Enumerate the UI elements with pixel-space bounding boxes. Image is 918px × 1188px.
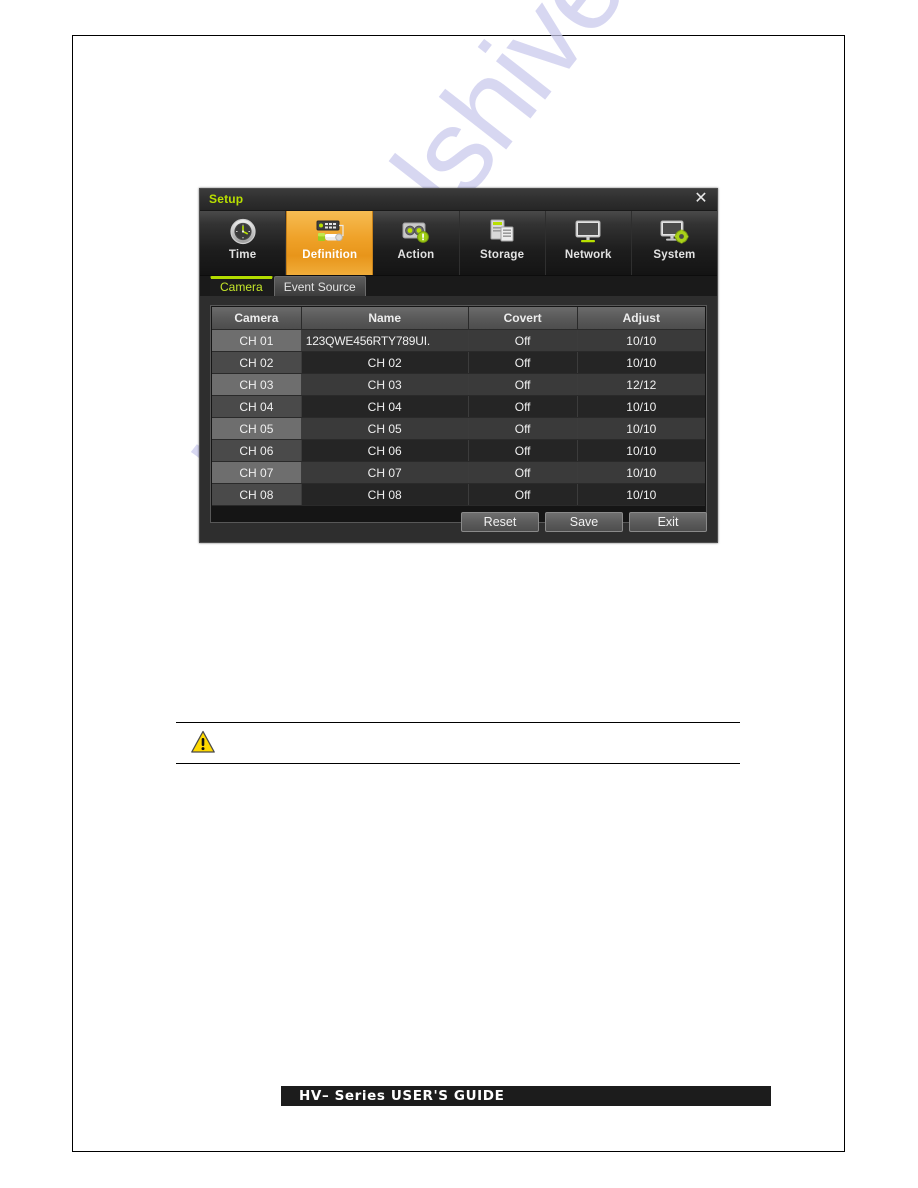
cell-camera: CH 03 xyxy=(212,373,302,396)
tab-label: Camera xyxy=(220,280,263,294)
toolbar-item-label: Network xyxy=(564,249,612,261)
reset-button[interactable]: Reset xyxy=(461,512,539,532)
cell-covert[interactable]: Off xyxy=(468,483,578,506)
monitor-network-icon xyxy=(571,216,605,247)
close-icon[interactable]: ✕ xyxy=(692,190,710,208)
dialog-body: Camera Name Covert Adjust CH 01 123QWE456… xyxy=(200,296,717,542)
dialog-button-bar: Reset Save Exit xyxy=(461,512,707,532)
toolbar-item-time[interactable]: Time xyxy=(200,211,287,275)
table-row[interactable]: CH 08 CH 08 Off 10/10 xyxy=(212,483,705,506)
cell-name[interactable]: CH 05 xyxy=(301,417,469,440)
button-label: Save xyxy=(569,515,599,529)
table-row[interactable]: CH 04 CH 04 Off 10/10 xyxy=(212,395,705,418)
camera-definition-icon xyxy=(313,216,347,247)
cell-camera: CH 02 xyxy=(212,351,302,374)
cell-covert[interactable]: Off xyxy=(468,439,578,462)
camera-table-container: Camera Name Covert Adjust CH 01 123QWE456… xyxy=(210,305,707,523)
footer-banner-text: HV– Series USER'S GUIDE xyxy=(299,1088,505,1104)
table-row[interactable]: CH 06 CH 06 Off 10/10 xyxy=(212,439,705,462)
cell-adjust[interactable]: 10/10 xyxy=(577,395,705,418)
setup-dialog: Setup ✕ Time Definition Action Storage N… xyxy=(199,188,718,543)
cell-name[interactable]: CH 08 xyxy=(301,483,469,506)
note-callout-box xyxy=(176,722,740,764)
cell-adjust[interactable]: 10/10 xyxy=(577,351,705,374)
table-header-row: Camera Name Covert Adjust xyxy=(212,307,705,330)
cell-covert[interactable]: Off xyxy=(468,417,578,440)
cell-adjust[interactable]: 10/10 xyxy=(577,439,705,462)
cell-adjust[interactable]: 10/10 xyxy=(577,329,705,352)
clock-icon xyxy=(226,216,260,247)
camera-table-body: CH 01 123QWE456RTY789UI. Off 10/10 CH 02 CH 0… xyxy=(212,329,705,506)
cell-name[interactable]: 123QWE456RTY789UI. xyxy=(301,329,469,352)
cell-covert[interactable]: Off xyxy=(468,395,578,418)
toolbar-item-system[interactable]: System xyxy=(632,211,717,275)
toolbar-item-definition[interactable]: Definition xyxy=(286,211,374,275)
dialog-titlebar: Setup ✕ xyxy=(200,189,717,211)
toolbar-item-label: Action xyxy=(397,249,435,261)
toolbar-item-storage[interactable]: Storage xyxy=(460,211,546,275)
toolbar-item-label: Storage xyxy=(479,249,525,261)
dialog-title: Setup xyxy=(209,192,244,206)
column-header-camera: Camera xyxy=(212,307,302,330)
cell-camera: CH 08 xyxy=(212,483,302,506)
cell-covert[interactable]: Off xyxy=(468,329,578,352)
table-row[interactable]: CH 05 CH 05 Off 10/10 xyxy=(212,417,705,440)
cell-camera: CH 07 xyxy=(212,461,302,484)
dialog-subtabs: Camera Event Source xyxy=(200,276,717,297)
table-row[interactable]: CH 03 CH 03 Off 12/12 xyxy=(212,373,705,396)
cell-name[interactable]: CH 06 xyxy=(301,439,469,462)
button-label: Exit xyxy=(657,515,679,529)
cell-camera: CH 06 xyxy=(212,439,302,462)
cell-name[interactable]: CH 07 xyxy=(301,461,469,484)
footer-banner: HV– Series USER'S GUIDE xyxy=(281,1086,771,1106)
table-row[interactable]: CH 01 123QWE456RTY789UI. Off 10/10 xyxy=(212,329,705,352)
toolbar-item-action[interactable]: Action xyxy=(373,211,460,275)
tab-label: Event Source xyxy=(283,280,356,294)
toolbar-item-label: Time xyxy=(228,249,257,261)
cell-adjust[interactable]: 10/10 xyxy=(577,483,705,506)
action-alert-icon xyxy=(399,216,433,247)
cell-covert[interactable]: Off xyxy=(468,351,578,374)
dialog-toolbar: Time Definition Action Storage Network S… xyxy=(200,211,717,276)
cell-adjust[interactable]: 12/12 xyxy=(577,373,705,396)
tab-event-source[interactable]: Event Source xyxy=(273,276,366,296)
cell-camera: CH 01 xyxy=(212,329,302,352)
toolbar-item-network[interactable]: Network xyxy=(546,211,632,275)
exit-button[interactable]: Exit xyxy=(629,512,707,532)
column-header-adjust: Adjust xyxy=(577,307,705,330)
cell-covert[interactable]: Off xyxy=(468,373,578,396)
table-row[interactable]: CH 02 CH 02 Off 10/10 xyxy=(212,351,705,374)
save-button[interactable]: Save xyxy=(545,512,623,532)
cell-name[interactable]: CH 02 xyxy=(301,351,469,374)
cell-covert[interactable]: Off xyxy=(468,461,578,484)
camera-table: Camera Name Covert Adjust CH 01 123QWE456… xyxy=(212,307,705,506)
button-label: Reset xyxy=(483,515,517,529)
warning-triangle-icon xyxy=(190,729,216,755)
cell-name[interactable]: CH 03 xyxy=(301,373,469,396)
table-row[interactable]: CH 07 CH 07 Off 10/10 xyxy=(212,461,705,484)
storage-disk-icon xyxy=(485,216,519,247)
cell-name[interactable]: CH 04 xyxy=(301,395,469,418)
toolbar-item-label: System xyxy=(653,249,696,261)
column-header-name: Name xyxy=(301,307,469,330)
cell-adjust[interactable]: 10/10 xyxy=(577,461,705,484)
tab-camera[interactable]: Camera xyxy=(210,276,273,296)
cell-camera: CH 04 xyxy=(212,395,302,418)
toolbar-item-label: Definition xyxy=(302,249,358,261)
monitor-gear-icon xyxy=(657,216,691,247)
cell-adjust[interactable]: 10/10 xyxy=(577,417,705,440)
cell-camera: CH 05 xyxy=(212,417,302,440)
column-header-covert: Covert xyxy=(468,307,578,330)
